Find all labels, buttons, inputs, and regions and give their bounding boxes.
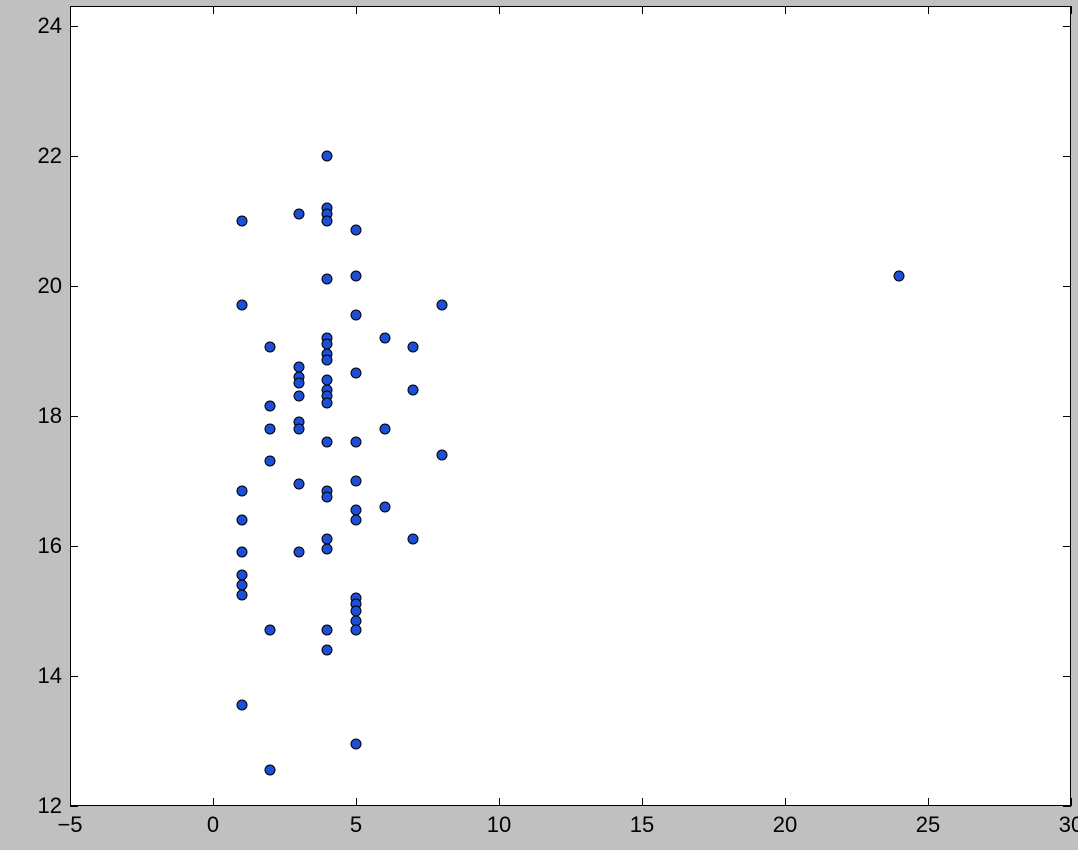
y-tick-mark	[70, 286, 78, 287]
y-tick-mark	[1063, 156, 1071, 157]
x-tick-mark	[356, 798, 357, 806]
data-point	[408, 534, 419, 545]
data-point	[265, 423, 276, 434]
data-point	[293, 391, 304, 402]
data-point	[379, 501, 390, 512]
data-point	[322, 397, 333, 408]
y-tick-mark	[70, 806, 78, 807]
y-tick-mark	[1063, 286, 1071, 287]
data-point	[265, 456, 276, 467]
y-tick-mark	[70, 156, 78, 157]
y-tick-label: 12	[38, 793, 62, 819]
data-point	[322, 274, 333, 285]
data-point	[265, 401, 276, 412]
data-point	[436, 300, 447, 311]
x-tick-label: 20	[773, 812, 797, 838]
data-point	[322, 150, 333, 161]
data-point	[322, 644, 333, 655]
y-tick-label: 24	[38, 13, 62, 39]
x-tick-mark	[70, 6, 71, 14]
data-point	[351, 625, 362, 636]
x-tick-mark	[1071, 798, 1072, 806]
x-tick-label: 30	[1059, 812, 1078, 838]
plot-area	[70, 6, 1071, 806]
data-point	[265, 765, 276, 776]
data-point	[236, 547, 247, 558]
x-tick-label: 10	[487, 812, 511, 838]
y-tick-mark	[70, 26, 78, 27]
data-point	[351, 475, 362, 486]
y-tick-mark	[70, 546, 78, 547]
x-tick-label: 15	[630, 812, 654, 838]
chart-container: −505101520253012141618202224	[0, 0, 1078, 850]
data-point	[236, 485, 247, 496]
x-tick-mark	[642, 6, 643, 14]
x-tick-mark	[785, 798, 786, 806]
data-point	[322, 544, 333, 555]
data-point	[351, 225, 362, 236]
x-tick-label: 5	[350, 812, 362, 838]
data-point	[379, 423, 390, 434]
data-point	[322, 436, 333, 447]
y-tick-label: 16	[38, 533, 62, 559]
data-point	[293, 479, 304, 490]
data-point	[322, 355, 333, 366]
y-tick-label: 18	[38, 403, 62, 429]
y-tick-mark	[70, 416, 78, 417]
data-point	[265, 342, 276, 353]
x-tick-mark	[928, 798, 929, 806]
x-tick-mark	[70, 798, 71, 806]
data-point	[351, 514, 362, 525]
data-point	[351, 309, 362, 320]
y-tick-mark	[1063, 546, 1071, 547]
x-tick-mark	[928, 6, 929, 14]
y-tick-mark	[70, 676, 78, 677]
data-point	[293, 547, 304, 558]
y-tick-label: 22	[38, 143, 62, 169]
data-point	[236, 514, 247, 525]
data-point	[236, 700, 247, 711]
x-tick-mark	[213, 6, 214, 14]
data-point	[322, 492, 333, 503]
y-tick-label: 20	[38, 273, 62, 299]
y-tick-mark	[1063, 806, 1071, 807]
data-point	[408, 342, 419, 353]
data-point	[351, 368, 362, 379]
data-point	[293, 423, 304, 434]
data-point	[293, 209, 304, 220]
data-point	[351, 270, 362, 281]
data-point	[351, 739, 362, 750]
data-point	[894, 270, 905, 281]
y-tick-mark	[1063, 26, 1071, 27]
x-tick-mark	[213, 798, 214, 806]
y-tick-label: 14	[38, 663, 62, 689]
data-point	[436, 449, 447, 460]
data-point	[236, 589, 247, 600]
data-point	[293, 378, 304, 389]
x-tick-label: 0	[207, 812, 219, 838]
data-point	[265, 625, 276, 636]
data-point	[236, 300, 247, 311]
x-tick-mark	[785, 6, 786, 14]
data-point	[351, 436, 362, 447]
y-tick-mark	[1063, 416, 1071, 417]
data-point	[379, 332, 390, 343]
data-point	[236, 215, 247, 226]
x-tick-mark	[499, 6, 500, 14]
x-tick-mark	[356, 6, 357, 14]
x-tick-mark	[642, 798, 643, 806]
x-tick-mark	[1071, 6, 1072, 14]
y-tick-mark	[1063, 676, 1071, 677]
data-point	[322, 625, 333, 636]
data-point	[408, 384, 419, 395]
data-point	[322, 215, 333, 226]
x-tick-label: 25	[916, 812, 940, 838]
x-tick-mark	[499, 798, 500, 806]
